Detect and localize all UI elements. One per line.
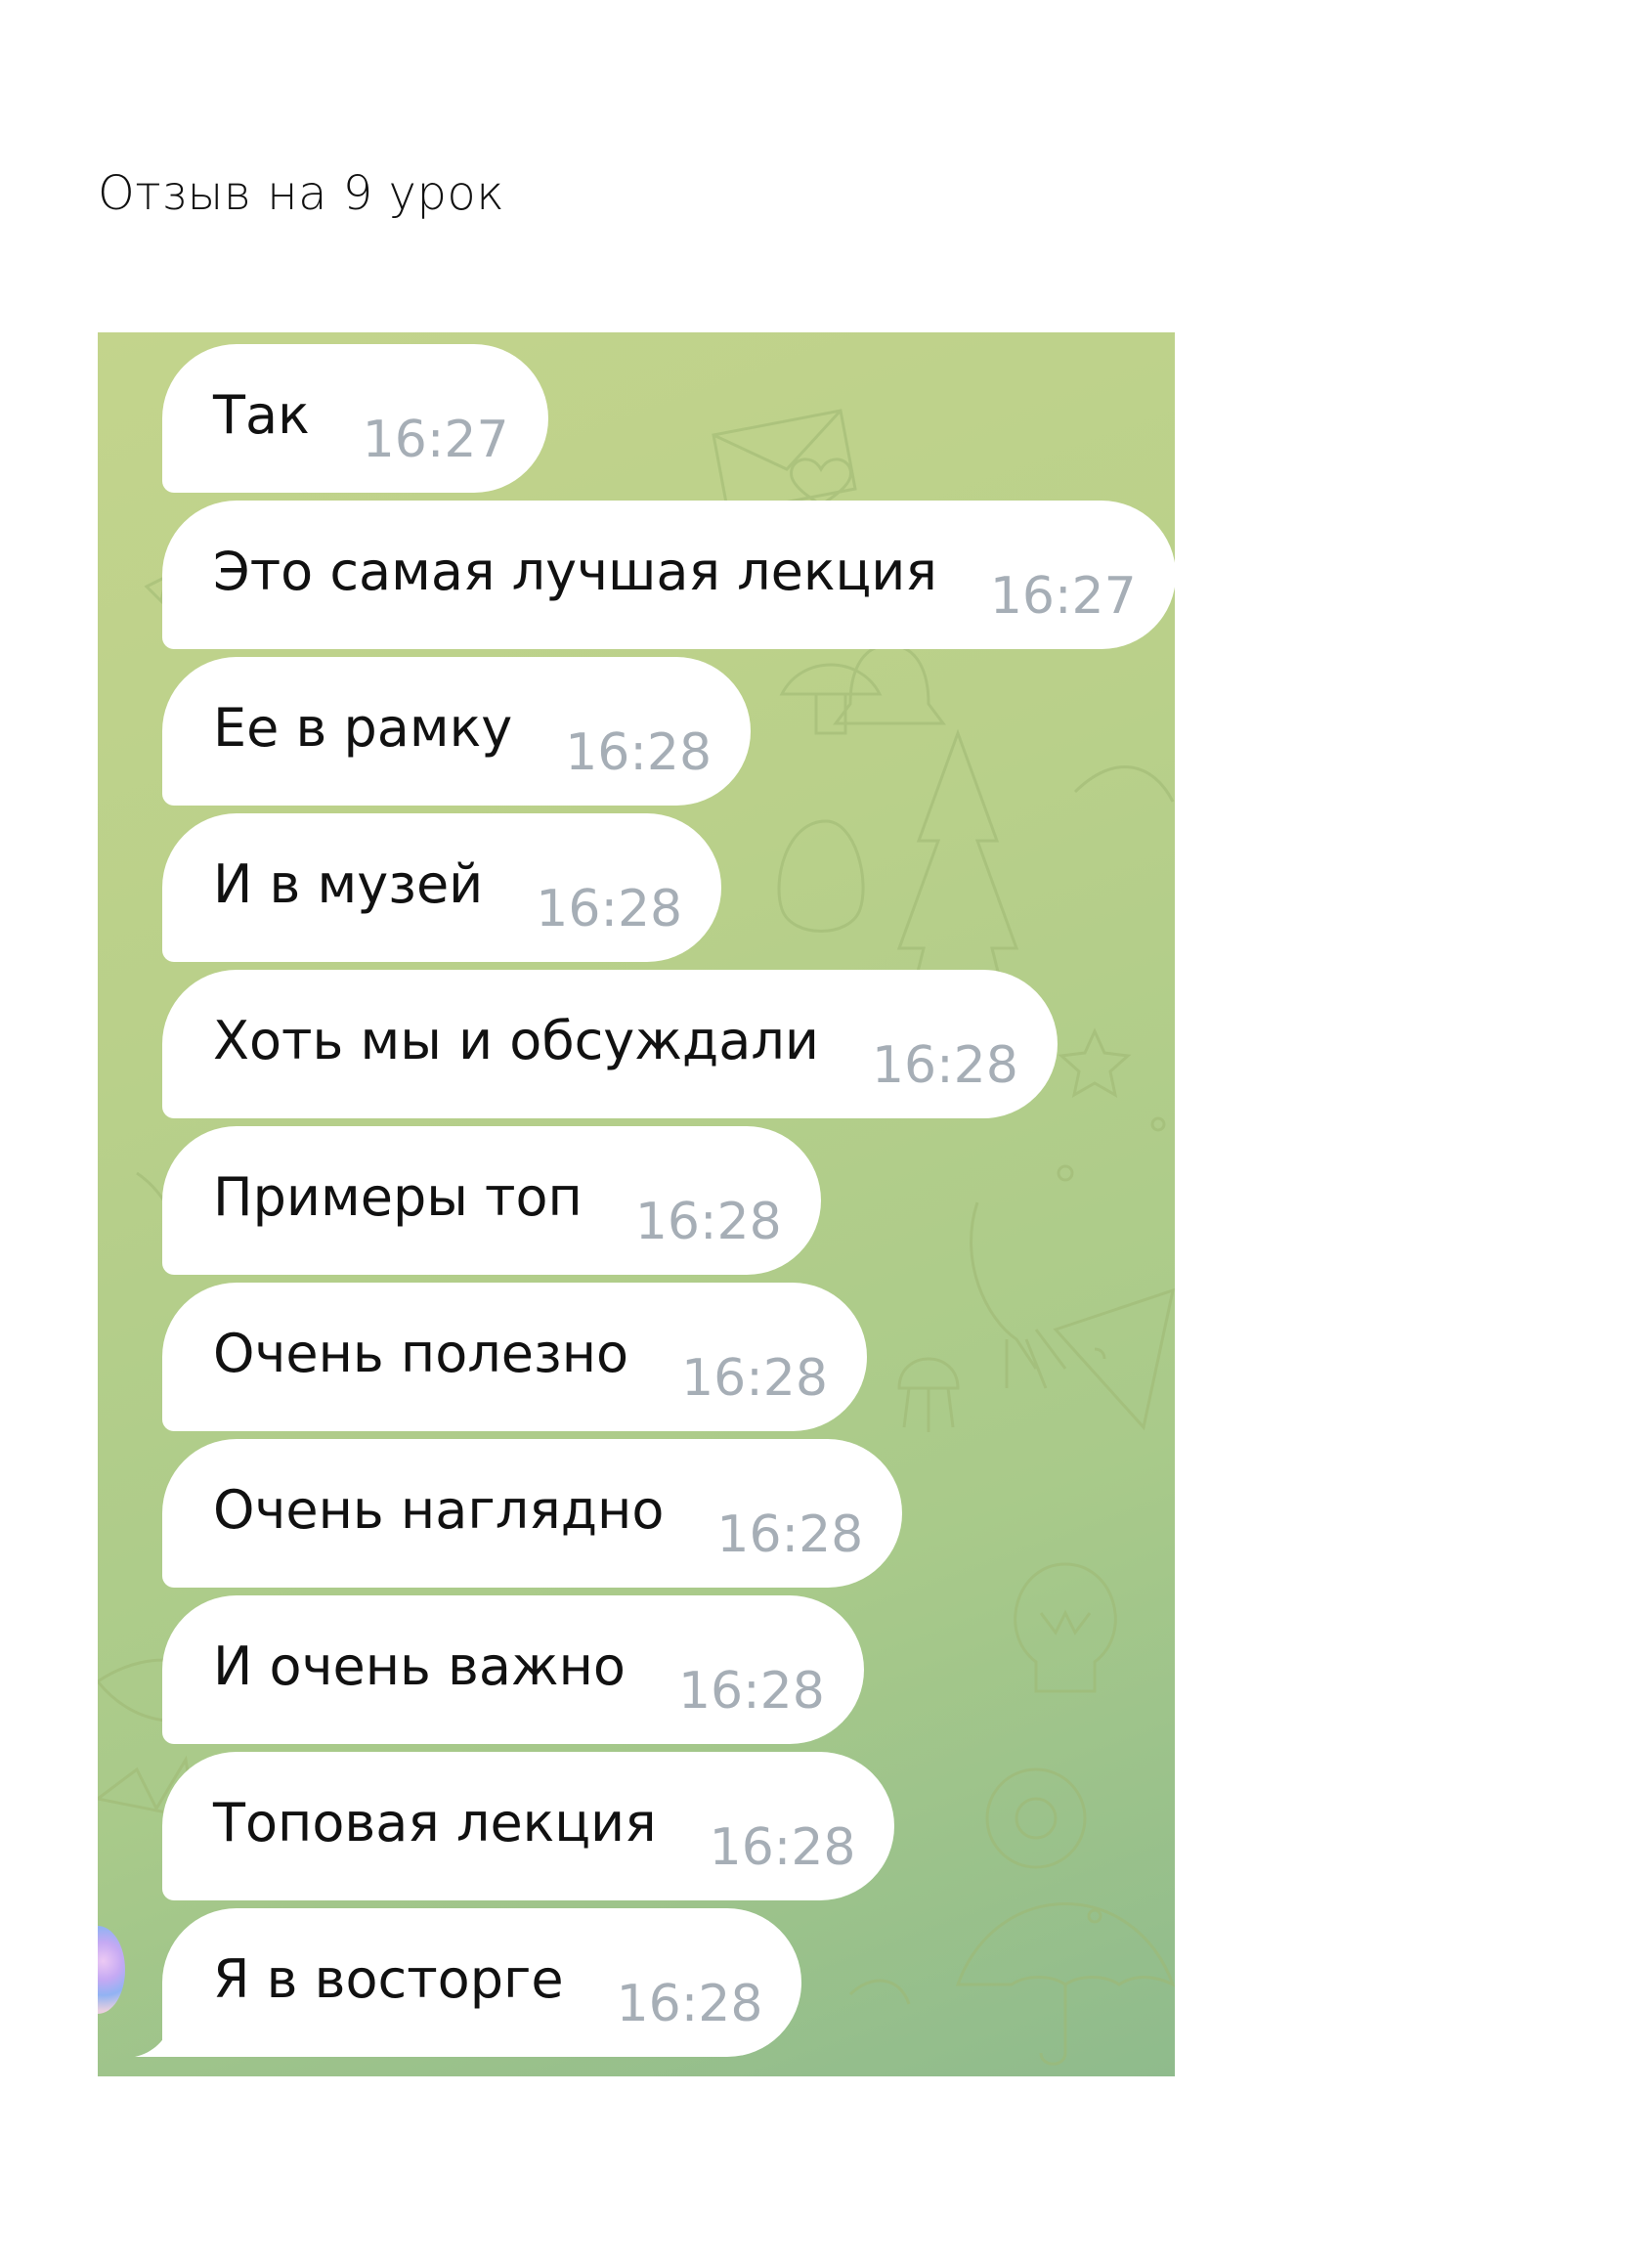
message-text: Топовая лекция bbox=[213, 1791, 657, 1854]
message-text: Примеры топ bbox=[213, 1165, 583, 1228]
message-text: Ее в рамку bbox=[213, 696, 513, 759]
message-bubble[interactable]: Очень наглядно 16:28 bbox=[162, 1439, 903, 1588]
message-time: 16:28 bbox=[871, 1036, 1018, 1095]
message-time: 16:28 bbox=[616, 1975, 763, 2033]
message-text: Так bbox=[213, 383, 310, 446]
message-text: Очень наглядно bbox=[213, 1478, 665, 1541]
message-bubble[interactable]: И в музей 16:28 bbox=[162, 813, 722, 962]
message-bubble[interactable]: Я в восторге 16:28 bbox=[162, 1908, 802, 2057]
message-time: 16:28 bbox=[536, 880, 683, 938]
message-list: Так 16:27 Это самая лучшая лекция 16:27 … bbox=[162, 344, 1175, 2065]
message-text: И очень важно bbox=[213, 1635, 626, 1697]
message-bubble[interactable]: Примеры топ 16:28 bbox=[162, 1126, 821, 1275]
message-time: 16:27 bbox=[989, 567, 1137, 626]
message-bubble[interactable]: Ее в рамку 16:28 bbox=[162, 657, 752, 806]
message-bubble[interactable]: Очень полезно 16:28 bbox=[162, 1283, 867, 1431]
message-text: Очень полезно bbox=[213, 1322, 629, 1384]
message-bubble[interactable]: И очень важно 16:28 bbox=[162, 1595, 864, 1744]
message-time: 16:28 bbox=[565, 723, 713, 782]
message-bubble[interactable]: Хоть мы и обсуждали 16:28 bbox=[162, 970, 1058, 1118]
message-bubble[interactable]: Так 16:27 bbox=[162, 344, 548, 493]
message-bubble[interactable]: Топовая лекция 16:28 bbox=[162, 1752, 895, 1900]
message-time: 16:28 bbox=[634, 1193, 782, 1251]
message-text: Это самая лучшая лекция bbox=[213, 540, 937, 602]
message-time: 16:28 bbox=[677, 1662, 825, 1721]
message-time: 16:28 bbox=[709, 1818, 856, 1877]
page-heading: Отзыв на 9 урок bbox=[98, 166, 505, 221]
message-text: Хоть мы и обсуждали bbox=[213, 1009, 819, 1071]
message-text: И в музей bbox=[213, 852, 484, 915]
message-time: 16:27 bbox=[362, 411, 509, 469]
message-bubble[interactable]: Это самая лучшая лекция 16:27 bbox=[162, 501, 1175, 649]
message-time: 16:28 bbox=[681, 1349, 828, 1408]
chat-screenshot: Так 16:27 Это самая лучшая лекция 16:27 … bbox=[98, 332, 1175, 2076]
message-text: Я в восторге bbox=[213, 1947, 564, 2010]
message-time: 16:28 bbox=[716, 1505, 864, 1564]
